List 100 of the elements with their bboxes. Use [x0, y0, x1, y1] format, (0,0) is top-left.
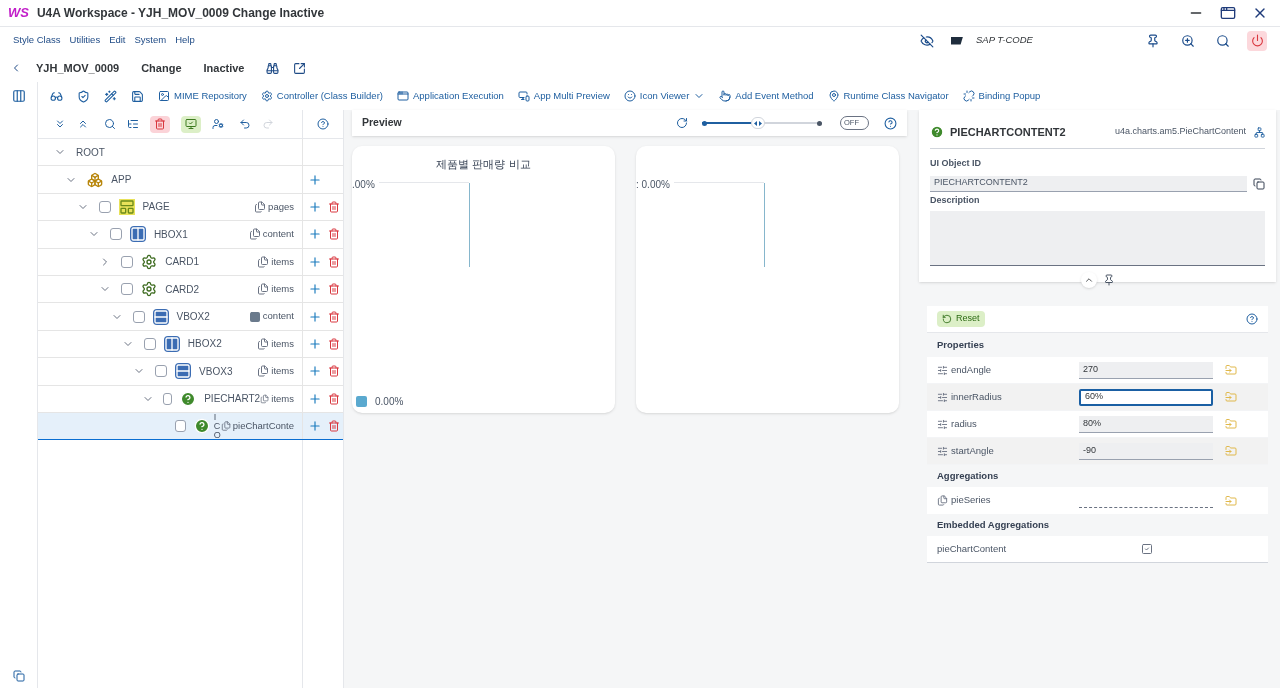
collapse-all-icon[interactable] [77, 118, 89, 130]
tree-row[interactable]: PAGE pages [38, 193, 343, 222]
hbox-icon [163, 335, 180, 352]
tree-row[interactable]: ROOT [38, 139, 343, 167]
property-field[interactable]: 270 [1079, 361, 1213, 379]
add-icon[interactable] [308, 336, 322, 351]
add-icon[interactable] [308, 172, 322, 187]
tree-row[interactable]: HBOX1 content [38, 221, 343, 249]
delete-icon[interactable] [328, 420, 340, 433]
tree-row[interactable]: CARD1 items [38, 248, 343, 276]
add-icon[interactable] [308, 309, 322, 324]
checkbox[interactable] [121, 283, 134, 296]
add-icon[interactable] [308, 199, 322, 214]
list-tree-icon[interactable] [127, 118, 139, 130]
export-icon[interactable] [293, 61, 307, 75]
help-icon[interactable] [317, 118, 329, 130]
user-settings-icon[interactable] [212, 118, 224, 130]
add-icon[interactable] [308, 419, 322, 434]
panel-title: Preview [362, 115, 402, 131]
menu-item[interactable]: Edit [109, 33, 126, 48]
description-field[interactable] [930, 211, 1265, 266]
question-icon [930, 125, 944, 139]
toolbar-button[interactable]: Runtime Class Navigator [827, 88, 949, 104]
tree-row[interactable]: CARD2 items [38, 275, 343, 304]
refresh-icon[interactable] [676, 117, 688, 129]
preview-button[interactable] [181, 115, 201, 133]
menu-item[interactable]: System [134, 33, 167, 48]
tree-row[interactable]: ICO pieChartConte [38, 412, 343, 441]
node-label: CARD2 [165, 282, 200, 297]
columns-icon[interactable] [11, 89, 26, 103]
delete-icon[interactable] [328, 392, 340, 405]
menu-item[interactable]: Help [175, 33, 195, 48]
add-icon[interactable] [308, 391, 322, 406]
tree-row[interactable]: VBOX3 items [38, 358, 343, 386]
copy-icon[interactable] [1253, 177, 1265, 190]
checkbox[interactable] [98, 200, 111, 213]
add-icon[interactable] [308, 254, 322, 269]
toolbar-button[interactable]: Add Event Method [719, 88, 814, 104]
reset-button[interactable]: Reset [937, 311, 985, 327]
zoom-in-icon[interactable] [1181, 33, 1195, 48]
checkbox[interactable] [155, 365, 168, 378]
slice-label: .00% [352, 178, 375, 192]
add-icon[interactable] [308, 227, 322, 242]
sliders-icon [937, 364, 948, 376]
save-icon[interactable] [131, 89, 144, 103]
property-field[interactable]: -90 [1079, 442, 1213, 460]
checkbox[interactable] [162, 392, 173, 405]
checkbox[interactable] [121, 255, 134, 268]
wand-icon[interactable] [104, 89, 117, 103]
menu-item[interactable]: Utilities [69, 33, 101, 48]
checkbox[interactable] [109, 228, 122, 241]
undo-icon[interactable] [239, 118, 251, 130]
toolbar-button[interactable]: Application Execution [397, 88, 504, 104]
property-field[interactable]: 60% [1079, 388, 1213, 406]
maximize-icon[interactable] [1220, 5, 1236, 21]
checkbox[interactable] [1141, 543, 1153, 555]
expand-all-icon[interactable] [54, 118, 66, 130]
delete-icon[interactable] [328, 228, 340, 241]
shield-icon[interactable] [77, 89, 90, 103]
checkbox[interactable] [132, 310, 145, 323]
pin-icon[interactable] [1146, 33, 1160, 48]
help-icon[interactable] [1246, 313, 1258, 325]
tree-row[interactable]: HBOX2 items [38, 330, 343, 359]
binoculars-icon[interactable] [266, 61, 280, 75]
menu-item[interactable]: Style Class [13, 33, 61, 48]
toolbar-button[interactable]: App Multi Preview [517, 88, 610, 104]
property-field[interactable]: 80% [1079, 415, 1213, 433]
delete-icon[interactable] [328, 337, 340, 350]
add-icon[interactable] [308, 282, 322, 297]
glasses-icon[interactable] [50, 89, 63, 103]
help-icon[interactable] [884, 116, 897, 130]
tcode-field[interactable]: SAP T-CODE [976, 33, 1116, 48]
tree-row[interactable]: APP [38, 166, 343, 194]
delete-button[interactable] [150, 115, 170, 133]
zoom-slider[interactable] [702, 117, 822, 129]
delete-icon[interactable] [328, 365, 340, 378]
eye-off-icon[interactable] [920, 33, 934, 48]
search-icon[interactable] [104, 118, 116, 130]
tree-row[interactable]: PIECHART2 items [38, 385, 343, 413]
toolbar-button[interactable]: Icon Viewer [623, 88, 706, 104]
checkbox[interactable] [175, 420, 186, 433]
power-button[interactable] [1247, 30, 1267, 51]
delete-icon[interactable] [328, 255, 340, 268]
tree-row[interactable]: VBOX2 content [38, 303, 343, 331]
add-icon[interactable] [308, 364, 322, 379]
class-name: u4a.charts.am5.PieChartContent [1114, 125, 1246, 139]
checkbox[interactable] [143, 337, 156, 350]
delete-icon[interactable] [328, 283, 340, 296]
copy-icon[interactable] [12, 670, 25, 682]
node-label: HBOX2 [187, 337, 222, 352]
toolbar-button[interactable]: Binding Popup [962, 88, 1041, 104]
delete-icon[interactable] [328, 310, 340, 323]
toolbar-button[interactable]: MIME Repository [158, 88, 247, 104]
delete-icon[interactable] [328, 200, 340, 213]
pin-icon[interactable] [1102, 274, 1115, 286]
aggregation-label: items [271, 336, 294, 351]
search-icon[interactable] [1216, 33, 1230, 48]
toolbar-button[interactable]: Controller (Class Builder) [260, 88, 383, 104]
network-icon[interactable] [1254, 126, 1265, 138]
app-id: YJH_MOV_0009 [36, 60, 120, 76]
